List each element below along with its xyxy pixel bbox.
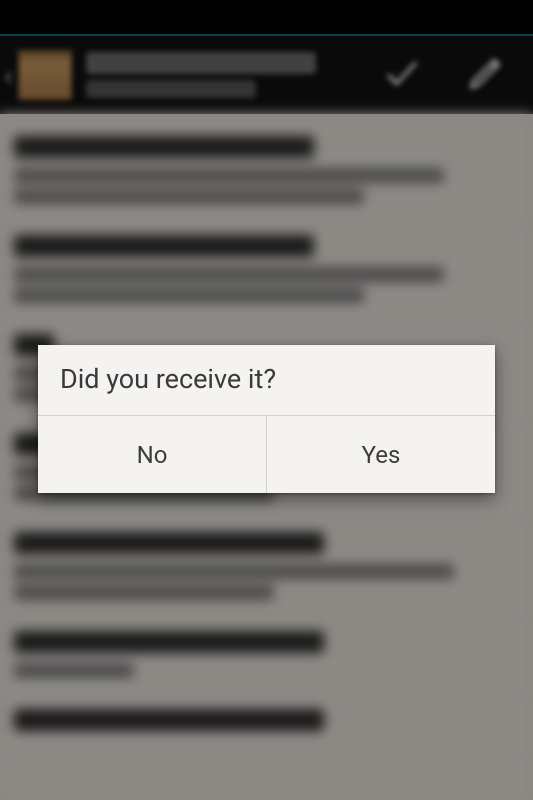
dialog-title: Did you receive it? — [38, 345, 495, 416]
dialog-button-row: No Yes — [38, 416, 495, 493]
no-button[interactable]: No — [38, 416, 267, 493]
app-screen: ‹ — [0, 0, 533, 800]
confirm-dialog: Did you receive it? No Yes — [38, 345, 495, 493]
yes-button[interactable]: Yes — [267, 416, 495, 493]
